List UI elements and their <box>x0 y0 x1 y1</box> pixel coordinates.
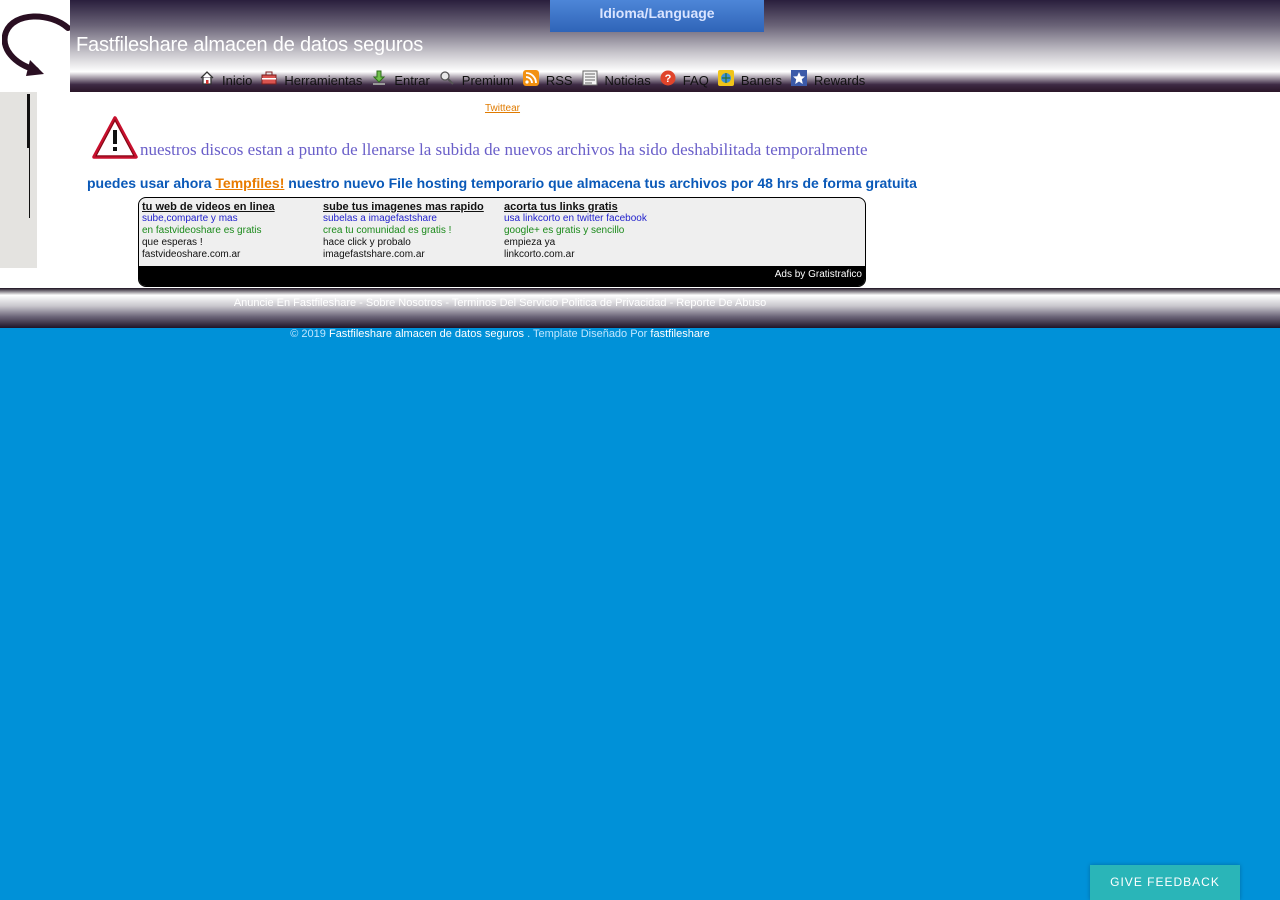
nav-item-entrar[interactable]: Entrar <box>371 70 430 89</box>
search-key-icon <box>440 71 454 85</box>
ad-url: fastvideoshare.com.ar <box>142 249 241 260</box>
ad-line: usa linkcorto en twitter facebook <box>504 213 647 224</box>
warning-notice: nuestros discos estan a punto de llenars… <box>92 116 868 160</box>
give-feedback-button[interactable]: GIVE FEEDBACK <box>1090 865 1240 900</box>
ad-url: linkcorto.com.ar <box>504 249 575 260</box>
rss-icon <box>522 70 539 86</box>
news-icon <box>582 70 598 86</box>
ad-title[interactable]: sube tus imagenes mas rapido <box>323 201 484 213</box>
copyright-author-link[interactable]: fastfileshare <box>650 328 709 340</box>
nav-item-baners[interactable]: Baners <box>717 70 782 89</box>
nav-item-rss[interactable]: RSS <box>522 70 573 89</box>
star-icon <box>791 70 808 86</box>
warning-text: nuestros discos estan a punto de llenars… <box>140 140 868 159</box>
footer-link-sobre-nosotros[interactable]: Sobre Nosotros <box>366 297 442 309</box>
ad-line: empieza ya <box>504 237 556 248</box>
side-divider <box>27 94 30 148</box>
copyright-site-link[interactable]: Fastfileshare almacen de datos seguros <box>329 328 524 340</box>
main-content: Twittear nuestros discos estan a punto d… <box>0 92 1280 288</box>
footer-link-reporte-abuso[interactable]: Reporte De Abuso <box>676 297 766 309</box>
svg-text:?: ? <box>664 73 671 85</box>
copyright-prefix: © 2019 <box>290 328 329 340</box>
side-panel <box>0 92 37 268</box>
promo-text-before: puedes usar ahora <box>87 175 216 191</box>
ad-title[interactable]: tu web de videos en linea <box>142 201 275 213</box>
nav-item-rewards[interactable]: Rewards <box>791 70 865 89</box>
ad-column[interactable]: tu web de videos en linea sube,comparte … <box>142 201 275 261</box>
nav-item-noticias[interactable]: Noticias <box>582 70 651 89</box>
ad-line: hace click y probalo <box>323 237 411 248</box>
globe-icon <box>717 70 734 86</box>
site-title: Fastfileshare almacen de datos seguros <box>76 34 424 56</box>
tempfiles-link[interactable]: Tempfiles! <box>215 175 284 191</box>
ad-url: imagefastshare.com.ar <box>323 249 425 260</box>
ad-line: subelas a imagefastshare <box>323 213 437 224</box>
nav-item-premium[interactable]: Premium <box>439 71 514 89</box>
copyright: © 2019 Fastfileshare almacen de datos se… <box>0 328 1000 340</box>
ad-line: google+ es gratis y sencillo <box>504 225 625 236</box>
footer-link-terminos[interactable]: Terminos Del Servicio <box>452 297 558 309</box>
ad-title[interactable]: acorta tus links gratis <box>504 201 647 213</box>
logo-arrow-icon <box>2 13 70 76</box>
language-button[interactable]: Idioma/Language <box>550 0 764 32</box>
footer-link-privacidad[interactable]: Politica de Privacidad <box>561 297 666 309</box>
ads-by-link[interactable]: Ads by Gratistrafico <box>775 269 862 280</box>
promo-text-after: nuestro nuevo File hosting temporario qu… <box>284 175 917 191</box>
nav-item-faq[interactable]: ? FAQ <box>660 70 709 89</box>
ad-line: que esperas ! <box>142 237 203 248</box>
main-nav: Inicio Herramientas Entrar Premium RSS N… <box>199 67 874 89</box>
promo-line: puedes usar ahora Tempfiles! nuestro nue… <box>87 175 917 191</box>
warning-icon <box>92 116 138 159</box>
copyright-mid: . Template Diseñado Por <box>524 328 651 340</box>
login-arrow-icon <box>373 70 386 85</box>
ad-line: sube,comparte y mas <box>142 213 238 224</box>
ad-column[interactable]: acorta tus links gratis usa linkcorto en… <box>504 201 647 261</box>
site-logo[interactable] <box>0 0 70 92</box>
ad-line: en fastvideoshare es gratis <box>142 225 262 236</box>
side-divider-thin <box>29 148 30 218</box>
nav-item-inicio[interactable]: Inicio <box>199 71 252 89</box>
twittear-link[interactable]: Twittear <box>485 103 520 114</box>
ad-line: crea tu comunidad es gratis ! <box>323 225 452 236</box>
home-icon <box>200 71 214 85</box>
nav-item-herramientas[interactable]: Herramientas <box>261 71 362 89</box>
footer-link-anuncie[interactable]: Anuncie En Fastfileshare <box>234 297 356 309</box>
footer-links: Anuncie En Fastfileshare - Sobre Nosotro… <box>233 297 767 309</box>
toolbox-icon <box>261 71 277 85</box>
help-icon: ? <box>660 70 676 86</box>
ads-box: tu web de videos en linea sube,comparte … <box>138 197 866 287</box>
ads-footer: Ads by Gratistrafico <box>139 266 865 286</box>
ad-column[interactable]: sube tus imagenes mas rapido subelas a i… <box>323 201 484 261</box>
site-header: Fastfileshare almacen de datos seguros I… <box>0 0 1280 92</box>
